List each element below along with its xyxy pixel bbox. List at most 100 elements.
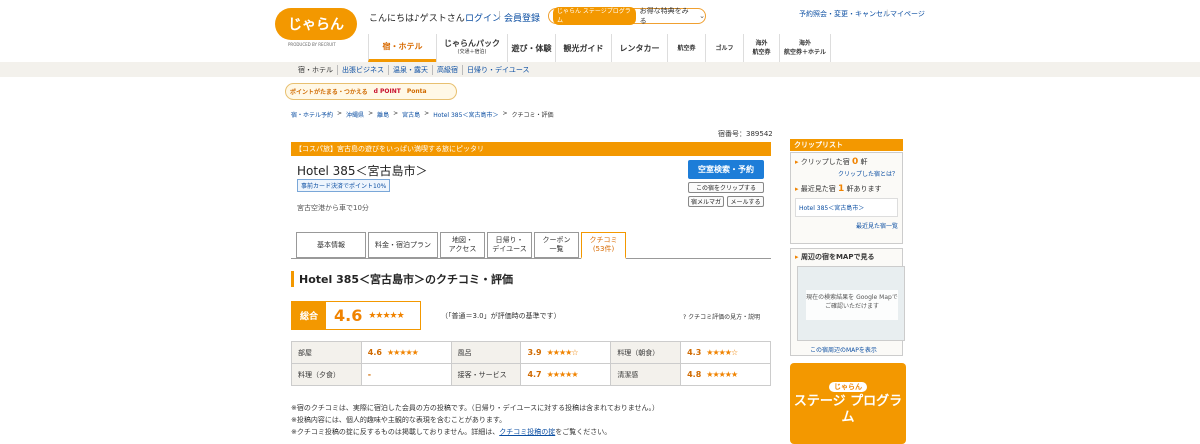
rating-value: 4.6 ★★★★★ xyxy=(360,341,452,364)
chevron-right-icon: > xyxy=(368,110,374,117)
logo-subtext: PRODUCED BY RECRUIT xyxy=(288,42,336,47)
clip-help-link[interactable]: クリップした宿とは？ xyxy=(795,169,898,178)
subnav-luxury[interactable]: 高級宿 xyxy=(432,65,462,75)
nav-activities[interactable]: 遊び・体験 xyxy=(507,34,555,62)
map-widget-title: ▸ 周辺の宿をMAPで見る xyxy=(795,253,875,261)
login-link[interactable]: ログイン xyxy=(465,11,501,24)
table-row: 料理（夕食） - 接客・サービス 4.7 ★★★★★ 清潔感 4.8 ★★★★★ xyxy=(291,363,771,386)
mypage-link[interactable]: マイページ xyxy=(890,9,925,19)
star-icons: ★★★★★ xyxy=(546,370,579,379)
rating-breakdown-table: 部屋 4.6 ★★★★★ 風呂 3.9 ★★★★☆ 料理（朝食） 4.3 ★★★★☆ … xyxy=(291,341,771,386)
star-icons: ★★★★★ xyxy=(706,370,738,379)
note-line: ※宿のクチコミは、実際に宿泊した会員の方の投稿です。（日帰り・デイユースに対する… xyxy=(291,404,660,412)
chevron-right-icon: ▸ xyxy=(795,253,799,261)
points-banner[interactable]: ポイントがたまる・つかえる d POINT Ponta xyxy=(285,83,457,100)
nav-rentacar[interactable]: レンタカー xyxy=(611,34,667,62)
recent-item[interactable]: Hotel 385＜宮古島市＞ xyxy=(795,198,898,217)
nav-overseas-hotel[interactable]: 海外 航空券＋ホテル xyxy=(779,34,831,62)
tab-coupons[interactable]: クーポン 一覧 xyxy=(534,232,579,258)
recent-count: ▸ 最近見た宿 1 軒あります xyxy=(795,184,882,194)
rating-value: 4.8 ★★★★★ xyxy=(680,363,771,386)
stage-program-badge: じゃらん ステージプログラム xyxy=(553,7,636,25)
chevron-down-icon: ⌄ xyxy=(699,12,705,20)
star-icons: ★★★★☆ xyxy=(706,348,738,357)
overall-label: 総合 xyxy=(292,302,326,329)
subnav-hotel[interactable]: 宿・ホテル xyxy=(298,65,337,75)
subnav-business[interactable]: 出張ビジネス xyxy=(337,65,388,75)
points-label: ポイントがたまる・つかえる xyxy=(290,89,368,96)
rating-value: 3.9 ★★★★☆ xyxy=(520,341,612,364)
nav-overseas-air[interactable]: 海外 航空券 xyxy=(743,34,779,62)
stage-program-button[interactable]: じゃらん ステージプログラム お得な特典をみる ⌄ xyxy=(548,7,706,25)
clip-hotel-button[interactable]: この宿をクリップする xyxy=(688,182,764,193)
ponta-logo: Ponta xyxy=(406,88,427,95)
rating-label: 清潔感 xyxy=(610,363,682,386)
hotel-name: Hotel 385＜宮古島市＞ xyxy=(297,164,428,178)
note-line: ※クチコミ投稿の掟に反するものは掲載しておりません。詳細は、クチコミ投稿の掟をご… xyxy=(291,428,612,436)
nav-golf[interactable]: ゴルフ xyxy=(705,34,743,62)
breadcrumb-item[interactable]: 沖縄県 xyxy=(346,110,364,119)
tab-reviews[interactable]: クチコミ (53件) xyxy=(581,232,626,259)
chevron-right-icon: ▸ xyxy=(795,158,799,166)
overall-rating: 総合 4.6 ★★★★★ xyxy=(291,301,421,330)
nav-guide[interactable]: 観光ガイド xyxy=(555,34,611,62)
overall-score: 4.6 xyxy=(334,306,363,325)
clip-list-header: クリップリスト xyxy=(790,139,903,151)
reservation-link[interactable]: 予約照会・変更・キャンセル xyxy=(799,9,890,19)
jalan-logo[interactable]: じゃらん xyxy=(275,8,357,40)
rating-help-link[interactable]: ? クチコミ評価の見方・説明 xyxy=(683,312,760,321)
stage-program-text: お得な特典をみる xyxy=(639,7,689,25)
breadcrumb-item[interactable]: 宮古島 xyxy=(402,110,420,119)
tab-plans[interactable]: 料金・宿泊プラン xyxy=(368,232,438,258)
nav-air[interactable]: 航空券 xyxy=(667,34,705,62)
stage-program-logo: じゃらん xyxy=(829,381,867,392)
nav-package[interactable]: じゃらんパック (交通＋宿泊) xyxy=(436,34,507,62)
mail-magazine-button[interactable]: 宿メルマガ xyxy=(688,196,724,207)
breadcrumb-item[interactable]: 宿・ホテル予約 xyxy=(291,110,333,119)
rating-baseline-note: （「普通＝3.0」が評価時の基準です） xyxy=(441,312,561,320)
rating-label: 風呂 xyxy=(450,341,522,364)
sub-nav: 宿・ホテル 出張ビジネス 温泉・露天 高級宿 日帰り・デイユース xyxy=(298,65,534,75)
rating-value: - xyxy=(360,363,452,386)
hotel-number: 宿番号：389542 xyxy=(718,130,773,138)
review-notes: ※宿のクチコミは、実際に宿泊した会員の方の投稿です。（日帰り・デイユースに対する… xyxy=(291,402,659,438)
greeting-text: こんにちは♪ゲストさん xyxy=(369,14,465,24)
note-line: ※投稿内容には、個人的趣味や主観的な表現を含むことがあります。 xyxy=(291,416,507,424)
sub-nav-bar xyxy=(0,62,1200,77)
show-map-link[interactable]: この宿周辺のMAPを表示 xyxy=(810,345,877,354)
breadcrumb-item[interactable]: 離島 xyxy=(377,110,389,119)
breadcrumb: 宿・ホテル予約 > 沖縄県 > 離島 > 宮古島 > Hotel 385＜宮古島市＞ > … xyxy=(291,110,554,119)
tab-map-access[interactable]: 地図・ アクセス xyxy=(440,232,485,258)
map-thumbnail-text: 現在の検索結果を Google Mapで ご確認いただけます xyxy=(806,290,898,320)
breadcrumb-current: クチコミ・評価 xyxy=(511,112,554,119)
divider: | xyxy=(498,11,502,21)
tab-basic-info[interactable]: 基本情報 xyxy=(296,232,366,258)
rating-value: 4.3 ★★★★☆ xyxy=(680,341,771,364)
register-link[interactable]: 会員登録 xyxy=(504,11,540,24)
rating-label: 料理（夕食） xyxy=(291,363,362,386)
star-icons: ★★★★☆ xyxy=(546,348,579,357)
review-section-title: Hotel 385＜宮古島市＞のクチコミ・評価 xyxy=(291,271,513,287)
subnav-dayuse[interactable]: 日帰り・デイユース xyxy=(462,65,534,75)
hotel-access: 宮古空港から車で10分 xyxy=(297,204,369,212)
points-badge: 事前カード決済でポイント10% xyxy=(297,179,391,192)
tab-dayuse[interactable]: 日帰り・ デイユース xyxy=(487,232,532,258)
hotel-catch-banner: 【コスパ旅】宮古島の遊びをいっぱい満喫する旅にピッタリ xyxy=(291,142,771,156)
stage-program-banner[interactable]: じゃらん ステージ プログラム xyxy=(790,363,906,444)
clip-list-box: ▸ クリップした宿 0 軒 クリップした宿とは？ ▸ 最近見た宿 1 軒あります… xyxy=(790,152,903,244)
help-icon: ? xyxy=(683,314,687,321)
nav-hotel[interactable]: 宿・ホテル xyxy=(368,34,436,62)
rating-value: 4.7 ★★★★★ xyxy=(520,363,612,386)
chevron-right-icon: > xyxy=(393,110,399,117)
main-nav: 宿・ホテル じゃらんパック (交通＋宿泊) 遊び・体験 観光ガイド レンタカー 航… xyxy=(368,34,831,62)
stage-program-title: ステージ プログラム xyxy=(793,393,903,425)
breadcrumb-item[interactable]: Hotel 385＜宮古島市＞ xyxy=(433,110,498,119)
chevron-right-icon: > xyxy=(502,110,508,117)
divider: | xyxy=(886,9,889,17)
review-rules-link[interactable]: クチコミ投稿の掟 xyxy=(499,428,555,436)
send-mail-button[interactable]: メールする xyxy=(727,196,764,207)
dpoint-logo: d POINT xyxy=(373,88,401,95)
vacancy-search-button[interactable]: 空室検索・予約 xyxy=(688,160,764,179)
subnav-onsen[interactable]: 温泉・露天 xyxy=(388,65,432,75)
recent-list-link[interactable]: 最近見た宿一覧 xyxy=(795,221,898,230)
